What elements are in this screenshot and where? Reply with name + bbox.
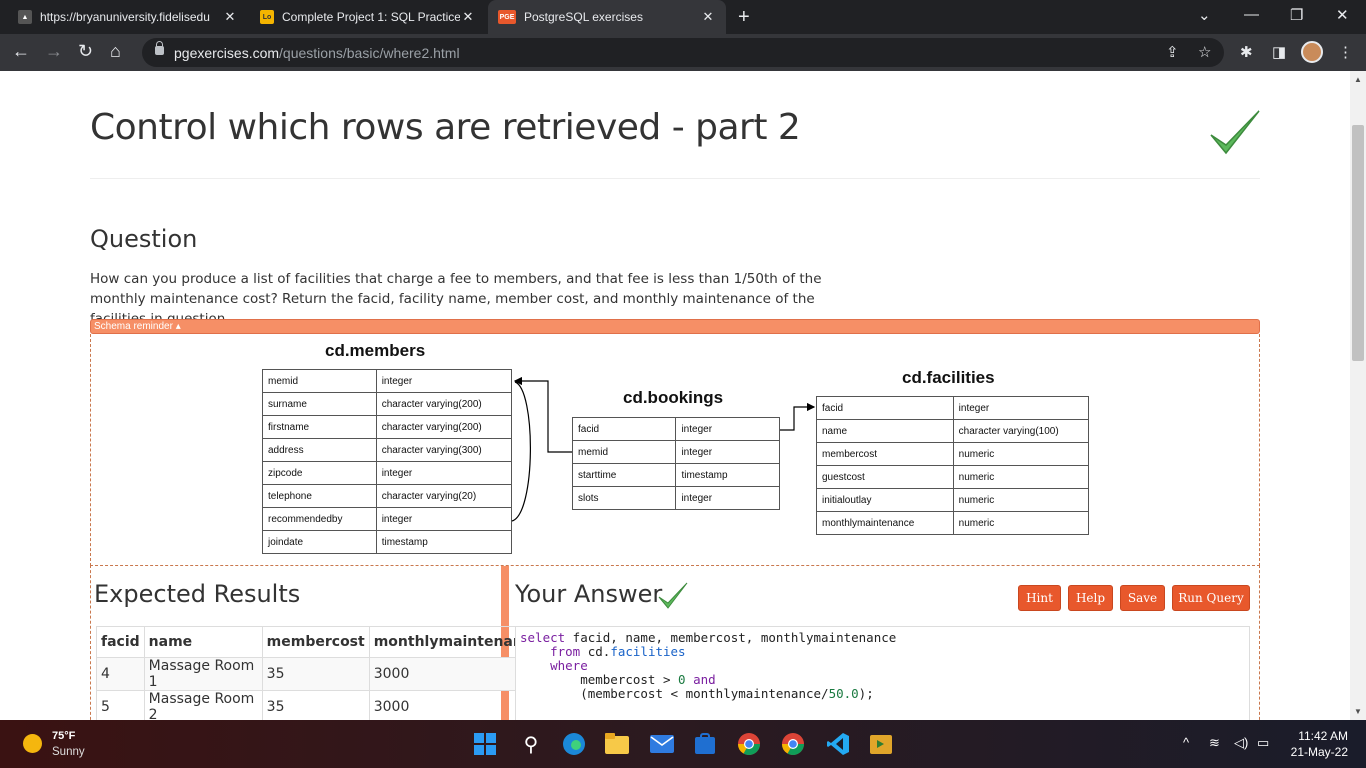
question-heading: Question (90, 225, 198, 253)
hint-button[interactable]: Hint (1018, 585, 1061, 611)
close-tab-icon[interactable]: ✕ (700, 9, 716, 25)
table-header-row: facid name membercost monthlymaintenance (96, 626, 546, 658)
chevron-up-icon[interactable]: ^ (1183, 735, 1189, 750)
expected-results-heading: Expected Results (94, 580, 301, 608)
table-cell: 35 (261, 690, 370, 720)
tab-postgresql-exercises[interactable]: PGE PostgreSQL exercises ✕ (488, 0, 726, 34)
new-tab-button[interactable]: + (738, 6, 750, 29)
save-button[interactable]: Save (1120, 585, 1165, 611)
table-row: 4 Massage Room 1 35 3000 (96, 657, 546, 691)
taskbar: 75°F Sunny ⚲ ^ ≋ ◁) ▭ 11:42 AM 21-May-22 (0, 720, 1366, 768)
expected-results-table: facid name membercost monthlymaintenance… (96, 626, 546, 720)
mountain-icon: ▲ (18, 10, 32, 24)
doc-icon: Lo (260, 10, 274, 24)
restore-button[interactable]: ❐ (1290, 6, 1303, 24)
tab-title: https://bryanuniversity.fidelisedu (40, 10, 210, 24)
tab-bryanuniversity[interactable]: ▲ https://bryanuniversity.fidelisedu ✕ (8, 0, 248, 34)
page-scrollbar[interactable]: ▲ ▼ (1350, 71, 1366, 720)
scrollbar-thumb[interactable] (1352, 125, 1364, 361)
search-icon[interactable]: ⚲ (518, 731, 544, 757)
table-cell: 5 (96, 690, 145, 720)
run-query-button[interactable]: Run Query (1172, 585, 1250, 611)
close-tab-icon[interactable]: ✕ (222, 9, 238, 25)
table-cell: 35 (261, 657, 370, 691)
page-content: Control which rows are retrieved - part … (0, 71, 1350, 720)
chrome-icon[interactable] (736, 731, 762, 757)
checkmark-icon (1210, 110, 1260, 155)
tab-title: Complete Project 1: SQL Practice (282, 10, 460, 24)
edge-icon[interactable] (561, 731, 587, 757)
your-answer-heading: Your Answer (515, 580, 663, 608)
home-icon[interactable]: ⌂ (110, 41, 121, 62)
tab-search-icon[interactable]: ⌄ (1198, 6, 1211, 24)
column-header: name (143, 626, 263, 658)
vscode-icon[interactable] (825, 731, 851, 757)
sun-icon[interactable] (23, 734, 42, 753)
browser-toolbar: ← → ↻ ⌂ pgexercises.com/questions/basic/… (0, 34, 1366, 71)
forward-icon[interactable]: → (45, 41, 63, 62)
close-window-button[interactable]: ✕ (1336, 6, 1349, 24)
windows-start-icon[interactable] (472, 731, 498, 757)
extensions-icon[interactable]: ✱ (1240, 43, 1253, 61)
title-divider (90, 178, 1260, 179)
schema-reminder-toggle[interactable]: Schema reminder ▴ (90, 319, 1260, 334)
close-tab-icon[interactable]: ✕ (460, 9, 476, 25)
weather-temperature[interactable]: 75°F (52, 730, 75, 742)
file-explorer-icon[interactable] (604, 731, 630, 757)
relationship-arrows (511, 376, 816, 522)
answer-checkmark-icon (658, 582, 688, 609)
app-icon[interactable] (868, 731, 894, 757)
chrome-profile-icon[interactable] (780, 731, 806, 757)
sql-editor[interactable]: select facid, name, membercost, monthlym… (515, 626, 1250, 720)
profile-avatar[interactable] (1301, 41, 1323, 63)
column-header: membercost (261, 626, 370, 658)
share-icon[interactable]: ⇪ (1166, 43, 1179, 61)
url-domain: pgexercises.com (174, 45, 280, 61)
wifi-icon[interactable]: ≋ (1209, 735, 1220, 751)
battery-icon[interactable]: ▭ (1257, 735, 1269, 751)
menu-icon[interactable]: ⋮ (1338, 43, 1353, 61)
page-title: Control which rows are retrieved - part … (90, 107, 801, 148)
reload-icon[interactable]: ↻ (78, 41, 93, 62)
table-cell: Massage Room 2 (143, 690, 263, 720)
url-path: /questions/basic/where2.html (279, 45, 460, 61)
table-row: 5 Massage Room 2 35 3000 (96, 690, 546, 720)
pge-icon: PGE (498, 10, 516, 24)
weather-description[interactable]: Sunny (52, 746, 85, 758)
lock-icon (155, 41, 164, 55)
bookmark-star-icon[interactable]: ☆ (1198, 43, 1211, 61)
store-icon[interactable] (692, 731, 718, 757)
side-panel-icon[interactable]: ◨ (1272, 43, 1286, 61)
table-cell: 4 (96, 657, 145, 691)
back-icon[interactable]: ← (12, 41, 30, 62)
tab-title: PostgreSQL exercises (524, 10, 643, 24)
sql-code: select facid, name, membercost, monthlym… (520, 630, 897, 701)
clock-time[interactable]: 11:42 AM (1298, 729, 1348, 743)
browser-tab-bar: ▲ https://bryanuniversity.fidelisedu ✕ L… (0, 0, 1366, 34)
url-text: pgexercises.com/questions/basic/where2.h… (174, 45, 460, 61)
tab-sql-practice[interactable]: Lo Complete Project 1: SQL Practice ✕ (250, 0, 486, 34)
column-header: facid (96, 626, 145, 658)
address-bar[interactable]: pgexercises.com/questions/basic/where2.h… (142, 38, 1224, 67)
volume-icon[interactable]: ◁) (1234, 735, 1248, 751)
scroll-up-icon[interactable]: ▲ (1354, 75, 1362, 84)
schema-diagram: cd.members memid integer surname character… (90, 334, 1260, 566)
mail-icon[interactable] (649, 731, 675, 757)
scroll-down-icon[interactable]: ▼ (1354, 707, 1362, 716)
help-button[interactable]: Help (1068, 585, 1113, 611)
minimize-button[interactable]: — (1244, 6, 1259, 23)
table-cell: Massage Room 1 (143, 657, 263, 691)
clock-date[interactable]: 21-May-22 (1288, 745, 1348, 759)
